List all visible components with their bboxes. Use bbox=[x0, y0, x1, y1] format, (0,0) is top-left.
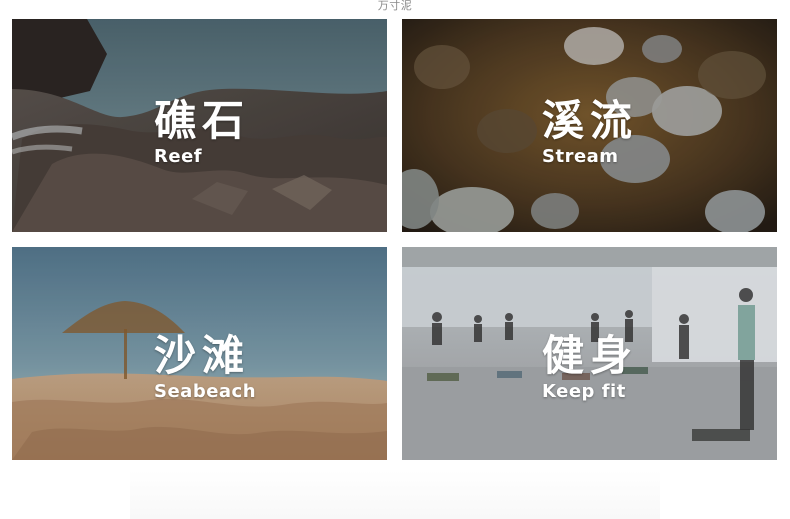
bottom-fade bbox=[130, 470, 660, 519]
watermark-text: 万寸泥 bbox=[377, 0, 413, 12]
reef-tile[interactable]: 礁石 Reef bbox=[12, 19, 387, 232]
keepfit-tile[interactable]: 健身 Keep fit bbox=[402, 247, 777, 460]
reef-label-group: 礁石 Reef bbox=[154, 98, 250, 168]
keepfit-title-en: Keep fit bbox=[542, 381, 626, 402]
reef-title-en: Reef bbox=[154, 146, 203, 167]
keepfit-title-cn: 健身 bbox=[542, 331, 639, 380]
seabeach-title-cn: 沙滩 bbox=[154, 331, 251, 380]
stream-title-en: Stream bbox=[542, 146, 619, 167]
seabeach-tile[interactable]: 沙滩 Seabeach bbox=[12, 247, 387, 460]
keepfit-label-group: 健身 Keep fit bbox=[542, 333, 638, 403]
seabeach-label-group: 沙滩 Seabeach bbox=[154, 333, 256, 403]
page: 万寸泥 礁石 Reef 溪流 Stream 沙滩 Seabeach 健身 Kee… bbox=[0, 0, 790, 519]
reef-title-cn: 礁石 bbox=[154, 96, 251, 145]
stream-label-group: 溪流 Stream bbox=[542, 98, 638, 168]
stream-title-cn: 溪流 bbox=[542, 96, 639, 145]
stream-tile[interactable]: 溪流 Stream bbox=[402, 19, 777, 232]
seabeach-title-en: Seabeach bbox=[154, 381, 257, 402]
